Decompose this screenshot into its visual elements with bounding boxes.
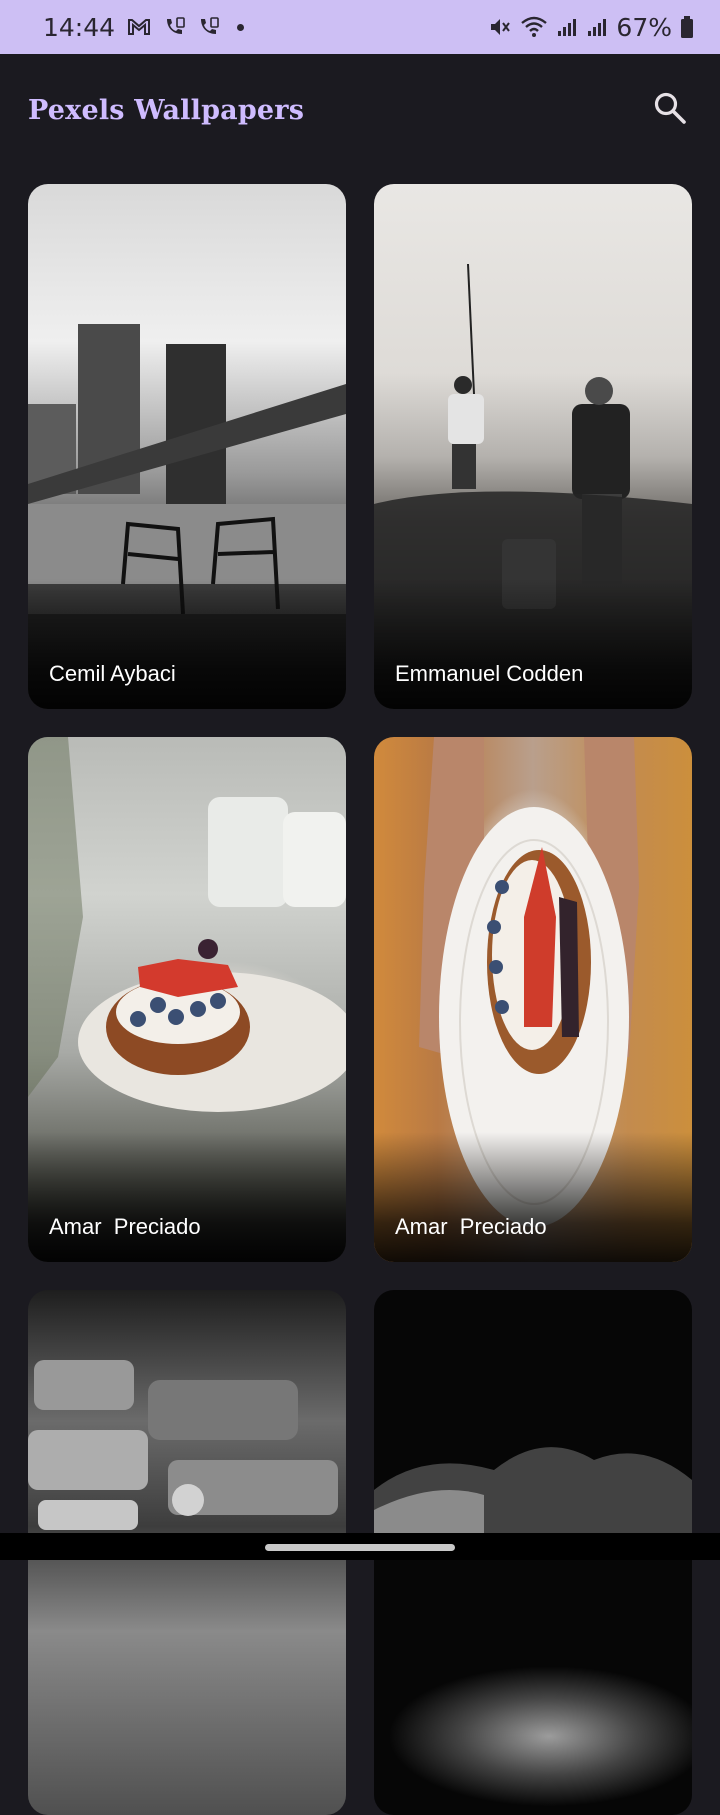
wallpaper-card[interactable]: Amar Preciado xyxy=(28,737,346,1262)
call-sim1-icon xyxy=(163,16,185,38)
photographer-name: Cemil Aybaci xyxy=(49,661,176,686)
app-bar: Pexels Wallpapers xyxy=(0,54,720,166)
status-right: 67% xyxy=(488,13,694,42)
status-left: 14:44 xyxy=(43,12,245,42)
photographer-name: Emmanuel Codden xyxy=(395,661,584,686)
search-button[interactable] xyxy=(648,88,692,132)
wifi-icon xyxy=(520,16,548,38)
status-bar: 14:44 67% xyxy=(0,0,720,54)
signal-sim1-icon xyxy=(556,16,578,38)
app-title: Pexels Wallpapers xyxy=(28,94,305,126)
mute-icon xyxy=(488,16,512,38)
gmail-icon xyxy=(127,17,151,37)
caption-gradient xyxy=(28,579,346,709)
wallpaper-card[interactable]: Cemil Aybaci xyxy=(28,184,346,709)
caption-gradient xyxy=(374,579,692,709)
photographer-name: Amar Preciado xyxy=(49,1214,201,1239)
clock: 14:44 xyxy=(43,12,116,42)
photographer-name: Amar Preciado xyxy=(395,1214,547,1239)
signal-sim2-icon xyxy=(586,16,608,38)
search-icon xyxy=(653,91,687,129)
call-sim2-icon xyxy=(197,16,219,38)
battery-percent: 67% xyxy=(616,12,672,42)
system-navigation-bar xyxy=(0,1533,720,1560)
caption-gradient xyxy=(28,1132,346,1262)
caption-gradient xyxy=(374,1132,692,1262)
wallpaper-card[interactable]: Emmanuel Codden xyxy=(374,184,692,709)
battery-icon xyxy=(680,15,694,39)
wallpaper-card[interactable]: Amar Preciado xyxy=(374,737,692,1262)
home-gesture-handle[interactable] xyxy=(265,1544,455,1551)
notification-dot-icon xyxy=(237,23,245,31)
